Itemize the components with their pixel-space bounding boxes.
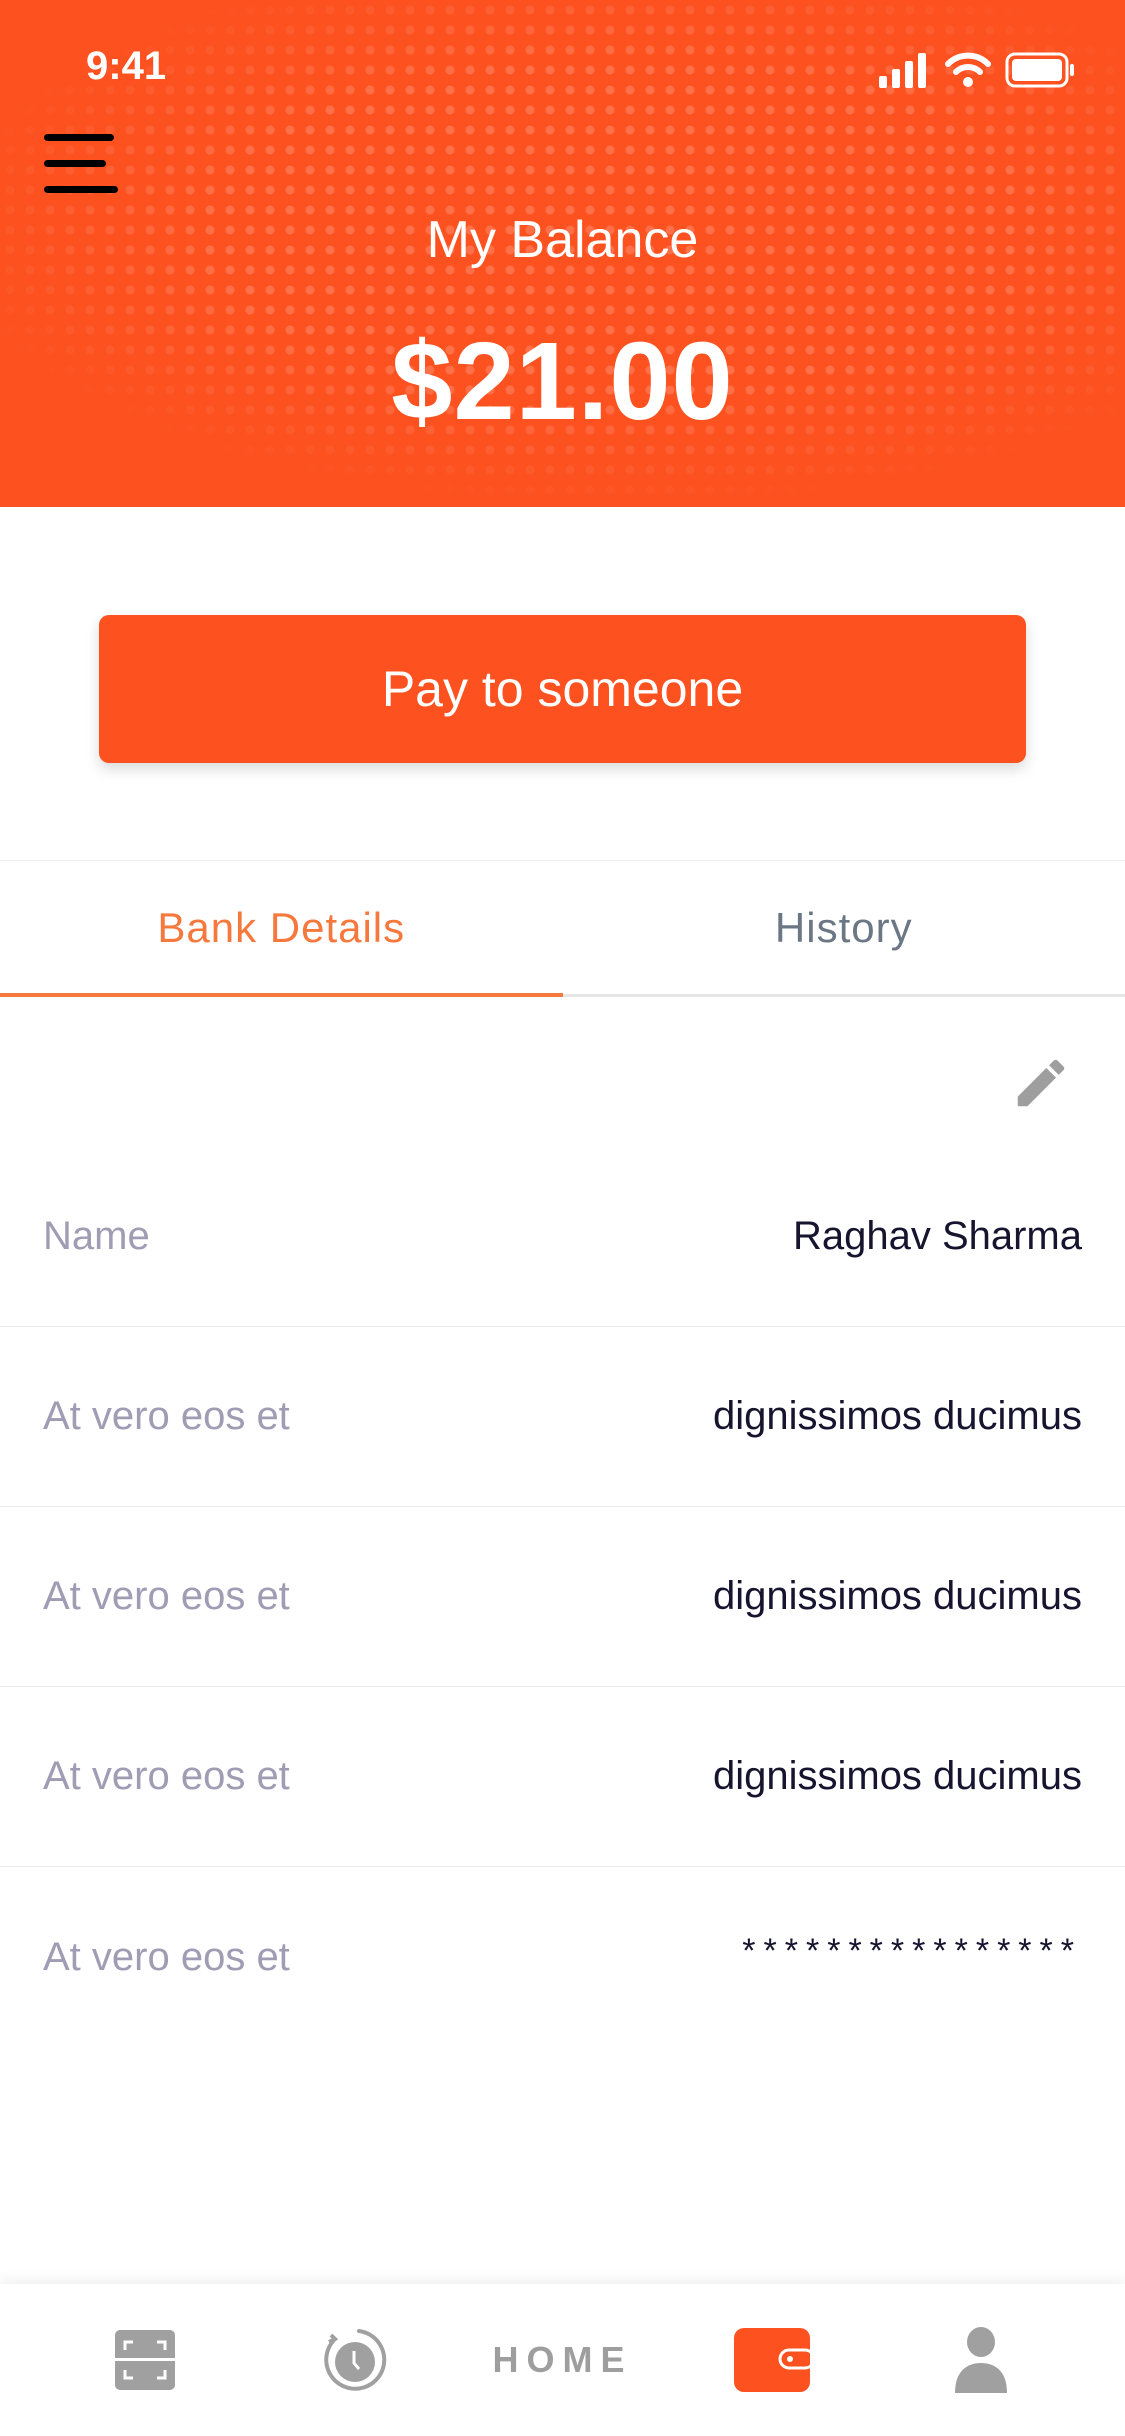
edit-pencil-icon[interactable] <box>1010 1052 1072 1114</box>
balance-amount: $21.00 <box>391 320 734 443</box>
detail-value: dignissimos ducimus <box>712 1574 1082 1618</box>
nav-history[interactable] <box>294 2327 414 2393</box>
wallet-icon <box>733 2328 810 2392</box>
profile-icon <box>954 2327 1007 2393</box>
nav-scan[interactable] <box>85 2328 205 2392</box>
hamburger-menu-icon[interactable] <box>44 134 120 194</box>
masked-value: **************** <box>742 1931 1082 1970</box>
detail-value: dignissimos ducimus <box>712 1394 1082 1438</box>
detail-row: At vero eos et dignissimos ducimus <box>0 1507 1125 1687</box>
nav-profile[interactable] <box>921 2327 1041 2393</box>
status-time: 9:41 <box>86 44 167 88</box>
signal-icon <box>879 53 926 88</box>
history-clock-icon <box>323 2329 386 2391</box>
detail-row: At vero eos et dignissimos ducimus <box>0 1687 1125 1867</box>
detail-row-name: Name Raghav Sharma <box>0 1147 1125 1327</box>
nav-home[interactable]: HOME <box>493 2339 625 2381</box>
detail-label: At vero eos et <box>43 1934 290 1979</box>
detail-row: At vero eos et dignissimos ducimus <box>0 1327 1125 1507</box>
detail-label: At vero eos et <box>43 1754 290 1798</box>
detail-value: Raghav Sharma <box>792 1214 1082 1258</box>
detail-label: Name <box>43 1214 150 1258</box>
detail-label: At vero eos et <box>43 1394 290 1438</box>
nav-wallet[interactable] <box>712 2328 832 2392</box>
balance-title: My Balance <box>426 211 699 269</box>
bottom-nav: HOME <box>0 2284 1125 2436</box>
balance-header: 9:41 My Balance $21.00 <box>0 0 1125 507</box>
tab-bank-details[interactable]: Bank Details <box>0 861 563 997</box>
status-icons <box>879 52 1075 88</box>
tab-history[interactable]: History <box>563 861 1125 994</box>
tab-bar: Bank Details History <box>0 860 1125 997</box>
detail-value: dignissimos ducimus <box>712 1754 1082 1798</box>
detail-row-masked: At vero eos et **************** <box>0 1867 1125 2047</box>
detail-label: At vero eos et <box>43 1574 290 1618</box>
pay-to-someone-button[interactable]: Pay to someone <box>99 615 1026 763</box>
wifi-icon <box>945 52 991 87</box>
battery-icon <box>1005 52 1074 88</box>
scan-icon <box>114 2330 175 2390</box>
